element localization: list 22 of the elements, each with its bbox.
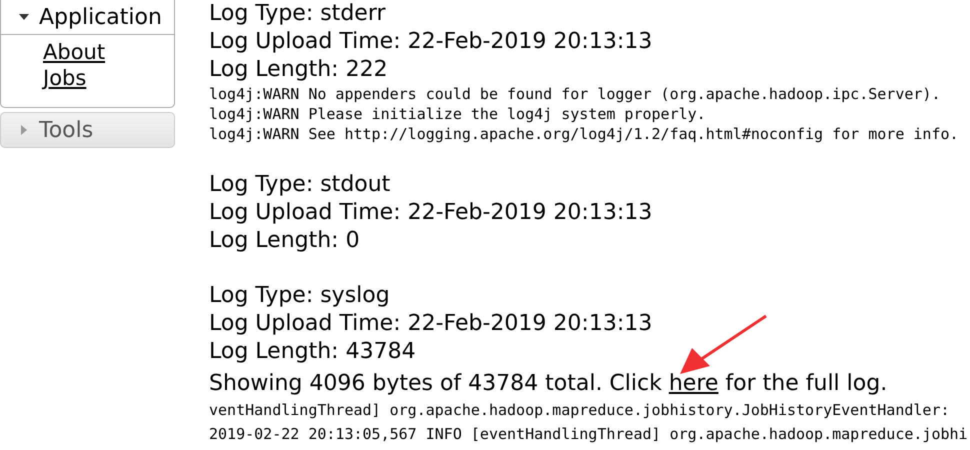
log-upload-time: Log Upload Time: 22-Feb-2019 20:13:13 (209, 28, 654, 56)
log-line: 2019-02-22 20:13:05,567 INFO [eventHandlingThread] org.apache.hadoop.mapreduce.jobhi (209, 424, 968, 445)
caret-icon (19, 125, 29, 135)
log-type: Log Type: stdout (209, 171, 392, 199)
log-length: Log Length: 0 (209, 227, 361, 255)
log-upload-time: Log Upload Time: 22-Feb-2019 20:13:13 (209, 310, 654, 338)
log-length: Log Length: 222 (209, 56, 389, 84)
log-length: Log Length: 43784 (209, 338, 417, 366)
nav-link[interactable]: About (43, 39, 174, 65)
nav-link[interactable]: Jobs (43, 65, 174, 91)
log-line: log4j:WARN Please initialize the log4j system properly. (209, 104, 706, 124)
log-type: Log Type: syslog (209, 282, 391, 310)
log-type: Log Type: stderr (209, 0, 387, 28)
log-line: log4j:WARN See http://logging.apache.org/log4j/1.2/faq.html#noconfig for more info. (209, 124, 959, 144)
section-header[interactable]: Application (1, 0, 174, 35)
log-notice: Showing 4096 bytes of 43784 total. Click here for the full log. (209, 370, 888, 398)
full-log-link[interactable]: here (668, 371, 718, 396)
caret-icon (19, 12, 29, 22)
log-line: log4j:WARN No appenders could be found for logger (org.apache.hadoop.ipc.Server). (209, 84, 940, 104)
log-upload-time: Log Upload Time: 22-Feb-2019 20:13:13 (209, 199, 654, 227)
section-header[interactable]: Tools (1, 113, 174, 147)
log-line: ventHandlingThread] org.apache.hadoop.mapreduce.jobhistory.JobHistoryEventHandler: (209, 400, 950, 421)
